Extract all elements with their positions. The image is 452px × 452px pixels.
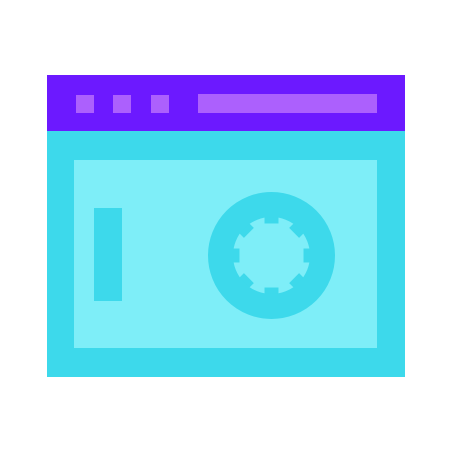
browser-window-icon — [47, 75, 405, 377]
safe-handle — [94, 208, 122, 301]
window-control-dot-1 — [76, 95, 94, 113]
window-control-dot-3 — [151, 95, 169, 113]
window-control-dot-2 — [113, 95, 131, 113]
safe-door-panel — [74, 160, 377, 348]
window-title-bar — [47, 75, 405, 131]
safe-dial-icon — [208, 192, 335, 319]
address-bar — [198, 94, 377, 113]
